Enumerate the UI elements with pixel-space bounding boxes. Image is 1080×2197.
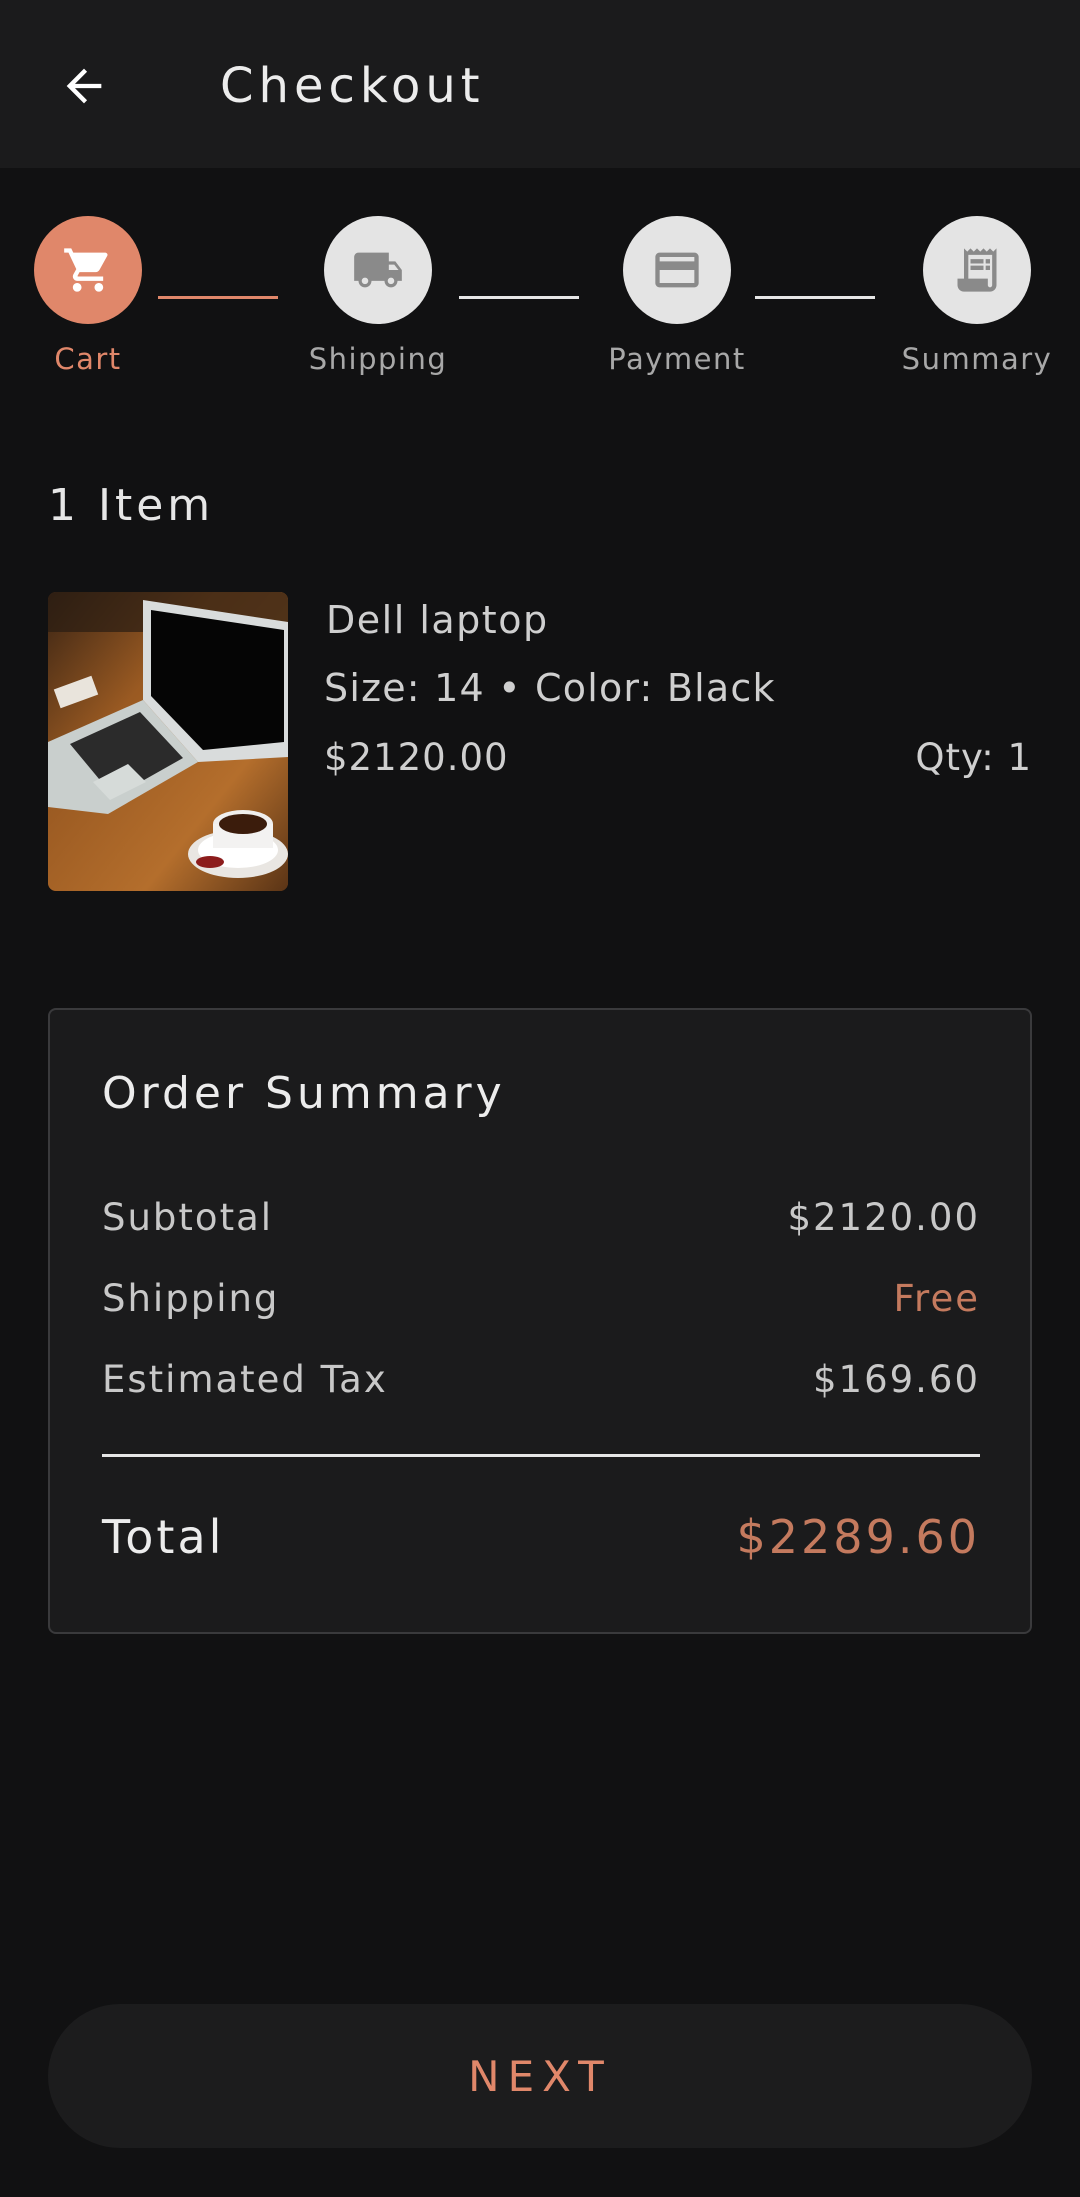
- total-label: Total: [102, 1510, 225, 1564]
- step-label-payment: Payment: [608, 342, 746, 376]
- next-button[interactable]: NEXT: [48, 2004, 1032, 2148]
- subtotal-value: $2120.00: [787, 1196, 980, 1239]
- cart-item[interactable]: Dell laptop Size: 14 • Color: Black $212…: [48, 592, 1032, 892]
- stepper-connector-2: [459, 296, 579, 299]
- stepper-connector-1: [158, 296, 278, 299]
- stepper-connector-3: [755, 296, 875, 299]
- summary-row-subtotal: Subtotal $2120.00: [102, 1196, 980, 1246]
- summary-divider: [102, 1454, 980, 1457]
- product-price: $2120.00: [324, 736, 509, 779]
- product-image: [48, 592, 288, 891]
- product-name: Dell laptop: [326, 598, 549, 642]
- app-bar: Checkout: [0, 0, 1080, 168]
- step-summary[interactable]: Summary: [902, 216, 1051, 376]
- shipping-label: Shipping: [102, 1277, 280, 1320]
- product-attributes: Size: 14 • Color: Black: [324, 666, 776, 710]
- credit-card-icon: [655, 252, 699, 288]
- step-cart[interactable]: Cart: [18, 216, 158, 376]
- shipping-value: Free: [893, 1277, 980, 1320]
- tax-label: Estimated Tax: [102, 1358, 388, 1401]
- receipt-icon: [957, 248, 997, 292]
- step-label-summary: Summary: [901, 342, 1053, 376]
- product-quantity: Qty: 1: [915, 736, 1032, 779]
- checkout-stepper: Cart Shipping Payment Summary: [0, 216, 1080, 386]
- order-summary-title: Order Summary: [102, 1068, 506, 1119]
- summary-row-total: Total $2289.60: [102, 1510, 980, 1570]
- step-cart-circle: [34, 216, 142, 324]
- summary-row-tax: Estimated Tax $169.60: [102, 1358, 980, 1408]
- step-label-cart: Cart: [54, 342, 122, 376]
- step-shipping-circle: [324, 216, 432, 324]
- step-summary-circle: [923, 216, 1031, 324]
- subtotal-label: Subtotal: [102, 1196, 274, 1239]
- order-summary-card: Order Summary Subtotal $2120.00 Shipping…: [48, 1008, 1032, 1634]
- back-button[interactable]: [48, 50, 120, 122]
- tax-value: $169.60: [812, 1358, 980, 1401]
- truck-icon: [354, 252, 402, 288]
- arrow-back-icon: [66, 68, 102, 104]
- item-count-heading: 1 Item: [48, 480, 215, 531]
- step-label-shipping: Shipping: [308, 342, 448, 376]
- cart-icon: [64, 248, 108, 292]
- summary-row-shipping: Shipping Free: [102, 1277, 980, 1327]
- laptop-product-image: [48, 592, 288, 891]
- step-payment-circle: [623, 216, 731, 324]
- step-payment[interactable]: Payment: [607, 216, 747, 376]
- step-shipping[interactable]: Shipping: [308, 216, 448, 376]
- total-value: $2289.60: [736, 1510, 980, 1564]
- page-title: Checkout: [220, 58, 485, 114]
